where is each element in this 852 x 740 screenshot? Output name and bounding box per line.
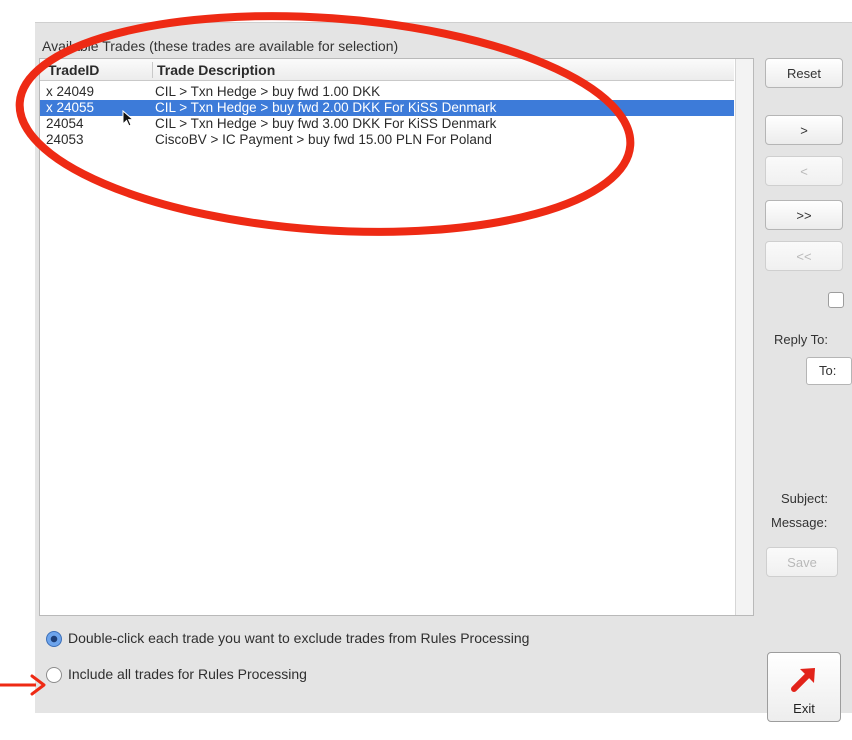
exit-button[interactable]: Exit: [767, 652, 841, 722]
list-scrollbar[interactable]: [735, 59, 753, 615]
move-all-right-button[interactable]: >>: [765, 200, 843, 230]
trade-description-cell: CIL > Txn Hedge > buy fwd 1.00 DKK: [155, 84, 381, 99]
include-radio[interactable]: [46, 667, 62, 683]
move-left-button[interactable]: <: [765, 156, 843, 186]
message-label: Message:: [771, 515, 828, 530]
exclude-radio[interactable]: [46, 631, 62, 647]
trade-description-cell: CIL > Txn Hedge > buy fwd 3.00 DKK For K…: [155, 116, 497, 131]
trade-id-cell: 24053: [46, 132, 84, 147]
list-header: TradeID Trade Description: [40, 59, 734, 81]
exclude-option-label: Double-click each trade you want to excl…: [68, 630, 530, 646]
move-right-button[interactable]: >: [765, 115, 843, 145]
available-trades-list[interactable]: TradeID Trade Description x 24049 CIL > …: [39, 58, 754, 616]
include-option-label: Include all trades for Rules Processing: [68, 666, 307, 682]
to-field[interactable]: To:: [806, 357, 852, 385]
column-header-trade-description[interactable]: Trade Description: [152, 62, 275, 78]
column-header-trade-id[interactable]: TradeID: [48, 62, 99, 78]
red-arrow-icon: [791, 668, 815, 692]
trade-description-cell: CIL > Txn Hedge > buy fwd 2.00 DKK For K…: [155, 100, 497, 115]
reply-to-label: Reply To:: [774, 332, 828, 347]
reset-button[interactable]: Reset: [765, 58, 843, 88]
mouse-pointer-icon: [122, 110, 135, 127]
trade-id-cell: 24054: [46, 116, 84, 131]
trade-description-cell: CiscoBV > IC Payment > buy fwd 15.00 PLN…: [155, 132, 492, 147]
reply-checkbox[interactable]: [828, 292, 844, 308]
trade-id-cell: x 24055: [46, 100, 95, 115]
table-row[interactable]: 24053 CiscoBV > IC Payment > buy fwd 15.…: [40, 132, 734, 148]
available-trades-label: Available Trades (these trades are avail…: [42, 38, 399, 54]
subject-label: Subject:: [781, 491, 828, 506]
trade-id-cell: x 24049: [46, 84, 95, 99]
table-row[interactable]: 24054 CIL > Txn Hedge > buy fwd 3.00 DKK…: [40, 116, 734, 132]
save-button[interactable]: Save: [766, 547, 838, 577]
move-all-left-button[interactable]: <<: [765, 241, 843, 271]
table-row-selected[interactable]: x 24055 CIL > Txn Hedge > buy fwd 2.00 D…: [40, 100, 734, 116]
exit-label: Exit: [793, 701, 815, 716]
table-row[interactable]: x 24049 CIL > Txn Hedge > buy fwd 1.00 D…: [40, 84, 734, 100]
